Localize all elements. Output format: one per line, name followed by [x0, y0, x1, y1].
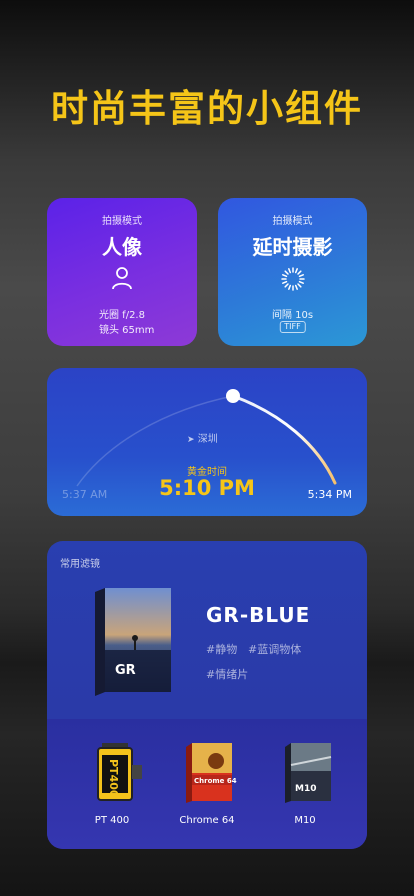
mode-title: 人像 — [102, 235, 142, 259]
gr-blue-box-image[interactable]: GR — [95, 588, 171, 696]
mode-label: 拍摄模式 — [102, 216, 142, 227]
featured-filter-name: GR-BLUE — [206, 603, 311, 627]
mode-title: 延时摄影 — [252, 235, 333, 259]
filters-widget[interactable]: 常用滤镜 GR GR-BLUE #静物 #蓝调物体 #情绪片 PT400 PT … — [47, 541, 367, 849]
filter-item-label[interactable]: M10 — [255, 815, 355, 826]
svg-text:M10: M10 — [295, 784, 316, 794]
filter-list: PT400 PT 400 Chrome 64 Chrome 64 M10 M10 — [47, 719, 367, 849]
svg-text:Chrome 64: Chrome 64 — [194, 777, 237, 785]
aperture-text: 光圈 f/2.8 — [99, 310, 145, 321]
filters-title: 常用滤镜 — [60, 559, 100, 570]
end-time: 5:34 PM — [307, 488, 352, 501]
pt400-film-canister-icon[interactable]: PT400 — [88, 743, 148, 803]
interval-text: 间隔 10s — [271, 310, 314, 321]
location: ➤ 深圳 — [187, 430, 218, 445]
start-time: 5:37 AM — [62, 488, 108, 501]
timelapse-widget[interactable]: 拍摄模式 延时摄影 间隔 10s TIFF — [218, 198, 367, 346]
chrome64-box-icon[interactable]: Chrome 64 — [182, 743, 242, 803]
sun-marker — [226, 389, 240, 403]
lens-text: 镜头 65mm — [99, 325, 155, 336]
mode-label: 拍摄模式 — [272, 216, 313, 227]
headline: 时尚丰富的小组件 — [51, 87, 363, 130]
person-icon — [112, 267, 132, 290]
m10-box-icon[interactable]: M10 — [281, 743, 341, 803]
location-text: 深圳 — [197, 434, 218, 445]
golden-hour-widget[interactable]: ➤ 深圳 黄金时间 5:10 PM 5:37 AM 5:34 PM — [47, 368, 367, 516]
portrait-widget[interactable]: 拍摄模式 人像 光圈 f/2.8 镜头 65mm — [47, 198, 197, 346]
filter-item-label[interactable]: PT 400 — [62, 815, 162, 826]
filter-tag[interactable]: #静物 — [206, 641, 237, 657]
svg-text:PT400: PT400 — [107, 759, 120, 798]
format-badge: TIFF — [279, 321, 306, 333]
location-arrow-icon: ➤ — [187, 435, 195, 445]
filter-tag[interactable]: #蓝调物体 — [248, 641, 301, 657]
filter-tag[interactable]: #情绪片 — [206, 666, 248, 682]
gr-box-text: GR — [115, 663, 136, 678]
filter-item-label[interactable]: Chrome 64 — [157, 815, 257, 826]
timelapse-icon — [280, 267, 305, 291]
